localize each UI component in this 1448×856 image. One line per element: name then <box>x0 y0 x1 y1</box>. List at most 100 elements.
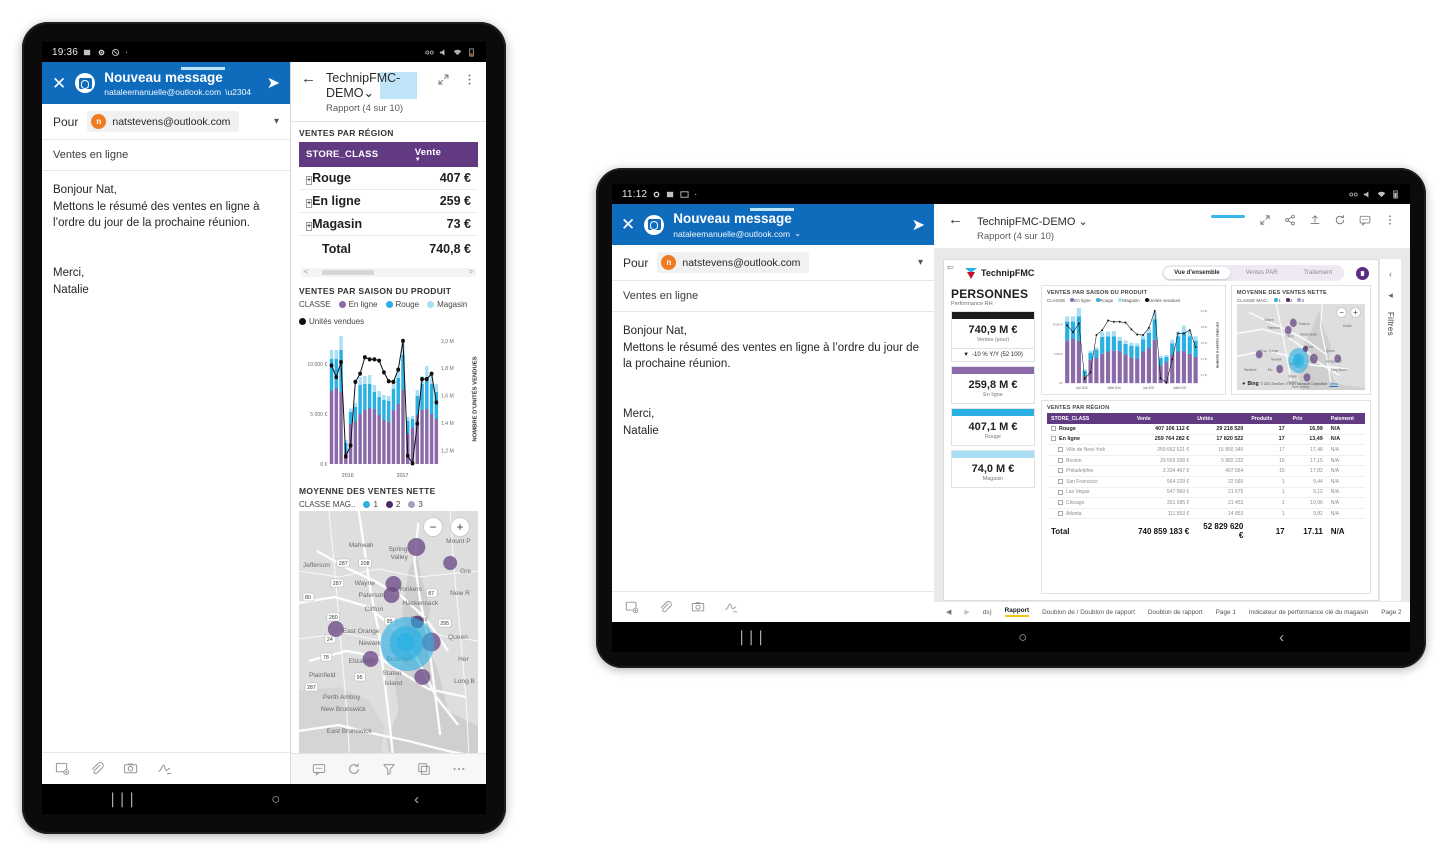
legend-item-2[interactable]: 2 <box>1285 298 1292 303</box>
pages-icon[interactable] <box>417 762 431 776</box>
season-combo-chart[interactable]: 0 € 5 000 € 10 000 € 1,2 M 1,4 M 1,6 M 1,8 M 2,… <box>299 328 478 478</box>
send-icon[interactable]: ➤ <box>912 215 925 235</box>
collapse-icon[interactable]: ‹ <box>1389 269 1392 279</box>
legend-item-1[interactable]: 1 <box>363 500 378 509</box>
page-next-icon[interactable]: ▶ <box>964 608 969 616</box>
chevron-down-icon[interactable]: ▾ <box>274 116 279 127</box>
table-row[interactable]: Ville de New-York 259 662 621 €15 850 345… <box>1047 444 1365 456</box>
insert-file-icon[interactable] <box>625 600 639 614</box>
camera-icon[interactable] <box>691 600 705 614</box>
filters-label[interactable]: Filtres <box>1386 312 1395 336</box>
report-title-row[interactable]: TechnipFMC-DEMO ⌄ <box>977 215 1088 228</box>
horizontal-scrollbar[interactable]: < > <box>301 268 476 277</box>
recipient-chip[interactable]: n natstevens@outlook.com <box>657 252 810 273</box>
season-combo-chart[interactable]: 0 € 5 000 € 10 000 € 1,2 M 1,4 M 1,6 M 1,8 M 2,… <box>1047 304 1220 390</box>
attachment-icon[interactable] <box>89 761 104 776</box>
season-visual[interactable]: VENTES PAR SAISON DU PRODUIT CLASSE En l… <box>1041 285 1226 395</box>
mail-to-row[interactable]: Pour n natstevens@outlook.com ▾ <box>42 104 290 140</box>
column-header-produits[interactable]: Produits <box>1247 413 1289 424</box>
column-header-vente[interactable]: Vente ▼ <box>407 142 478 167</box>
mail-account-row[interactable]: nataleemanuelle@outlook.com ⌄ <box>673 228 902 239</box>
legend-item-rouge[interactable]: Rouge <box>385 300 419 309</box>
more-options-icon[interactable] <box>1384 214 1396 226</box>
table-row[interactable]: Boston 29 555 028 €5 882 232 16 17,15 N/A <box>1047 455 1365 467</box>
share-icon[interactable] <box>1284 214 1296 226</box>
column-header-prix[interactable]: Prix <box>1288 413 1327 424</box>
back-button[interactable]: ‹ <box>414 792 419 807</box>
expand-icon[interactable] <box>1058 468 1063 474</box>
map-terms-link[interactable]: Terms <box>1329 382 1338 386</box>
filter-icon[interactable] <box>382 762 396 776</box>
expand-icon[interactable] <box>1051 425 1056 431</box>
table-row[interactable]: +Rouge 407 € <box>299 167 478 190</box>
refresh-icon[interactable] <box>347 762 361 776</box>
back-icon[interactable]: ← <box>301 70 316 88</box>
comment-icon[interactable] <box>312 762 326 776</box>
legend-item-magasin[interactable]: Magasin <box>1118 298 1140 303</box>
column-header-store-class[interactable]: STORE_CLASS <box>1047 413 1133 424</box>
column-header-store-class[interactable]: STORE_CLASS <box>299 142 408 167</box>
page-tab[interactable]: ds) <box>983 609 992 616</box>
tab-vue-densemble[interactable]: Vue d’ensemble <box>1164 267 1230 279</box>
column-header-unites[interactable]: Unités <box>1193 413 1248 424</box>
user-avatar[interactable] <box>1356 266 1369 280</box>
legend-item-unites[interactable]: Unités vendues <box>299 317 364 326</box>
expand-icon[interactable] <box>1058 478 1063 484</box>
page-tab[interactable]: Rapport <box>1004 607 1029 617</box>
bing-map[interactable]: Wayne Paterson Yonkers Clifton Hackensack B… <box>1236 304 1365 390</box>
column-header-vente[interactable]: Vente <box>1132 413 1194 424</box>
kpi-card-rouge[interactable]: 407,1 M € Rouge <box>951 408 1035 446</box>
more-icon[interactable] <box>452 762 466 776</box>
legend-item-unites[interactable]: Unités vendues <box>1144 298 1180 303</box>
kpi-card-magasin[interactable]: 74,0 M € Magasin <box>951 450 1035 488</box>
page-tab[interactable]: Indicateur de performance clé du magasin <box>1249 609 1368 616</box>
table-row[interactable]: +Magasin 73 € <box>299 212 478 236</box>
expand-icon[interactable] <box>1058 500 1063 506</box>
zoom-out-button[interactable]: − <box>423 517 443 537</box>
close-icon[interactable]: ✕ <box>52 75 66 92</box>
recipient-chip[interactable]: n natstevens@outlook.com <box>87 111 240 132</box>
kpi-card-total[interactable]: 740,9 M € Ventes (pour) <box>951 311 1035 349</box>
legend-item-rouge[interactable]: Rouge <box>1095 298 1113 303</box>
expand-icon[interactable] <box>1058 489 1063 495</box>
signature-icon[interactable] <box>724 600 738 614</box>
scroll-thumb[interactable] <box>322 270 375 275</box>
table-row[interactable]: En ligne 259 764 282 €17 820 522 17 13,49 N/… <box>1047 434 1365 446</box>
scroll-right-icon[interactable]: > <box>469 269 473 276</box>
expand-icon[interactable] <box>1058 510 1063 516</box>
camera-icon[interactable] <box>123 761 138 776</box>
legend-item-enligne[interactable]: En ligne <box>338 300 378 309</box>
recents-button[interactable]: ∣∣∣ <box>109 792 138 807</box>
legend-item-magasin[interactable]: Magasin <box>427 300 467 309</box>
comment-icon[interactable] <box>1359 214 1371 226</box>
more-options-icon[interactable] <box>463 73 476 86</box>
legend-item-3[interactable]: 3 <box>408 500 423 509</box>
page-tab[interactable]: Page 1 <box>1216 609 1236 616</box>
chevron-down-icon[interactable]: ▾ <box>918 257 923 268</box>
table-row[interactable]: Philadelphie 3 334 467 €407 564 16 17,82 N/A <box>1047 465 1365 477</box>
export-icon[interactable] <box>1309 214 1321 226</box>
mail-account-row[interactable]: nataleemanuelle@outlook.com \u2304 <box>104 87 257 97</box>
fullscreen-icon[interactable] <box>1259 214 1271 226</box>
map-visual[interactable]: MOYENNE DES VENTES NETTE CLASSE MAG.. 1 … <box>1230 285 1371 395</box>
table-row[interactable]: Chicago 331 685 €21 453 1 10,96 N/A <box>1047 497 1365 509</box>
page-tab[interactable]: Doublon de / Doublon de rapport <box>1042 609 1135 616</box>
insert-file-icon[interactable] <box>55 761 70 776</box>
table-row[interactable]: Atlanta 111 553 €14 853 1 9,82 N/A <box>1047 508 1365 520</box>
home-button[interactable]: ○ <box>271 792 280 807</box>
home-button[interactable]: ○ <box>1018 630 1027 645</box>
attachment-icon[interactable] <box>658 600 672 614</box>
tab-ventes-par[interactable]: Ventes PAR <box>1236 267 1288 279</box>
column-header-paiement[interactable]: Paiement <box>1326 413 1365 424</box>
body-field[interactable]: Bonjour Nat, Mettons le résumé des vente… <box>612 312 934 591</box>
kpi-card-enligne[interactable]: 259,8 M € En ligne <box>951 366 1035 404</box>
signature-icon[interactable] <box>157 761 172 776</box>
legend-item-3[interactable]: 3 <box>1297 298 1304 303</box>
drag-handle[interactable] <box>1211 215 1245 218</box>
region-visual[interactable]: VENTES PAR RÉGION STORE_CLASS Vente Unit… <box>1041 400 1371 594</box>
back-icon[interactable]: ← <box>948 211 963 229</box>
recents-button[interactable]: ∣∣∣ <box>738 630 767 645</box>
body-field[interactable]: Bonjour Nat, Mettons le résumé des vente… <box>42 171 290 752</box>
zoom-in-button[interactable]: + <box>1350 307 1361 318</box>
page-tab[interactable]: Page 2 <box>1381 609 1401 616</box>
